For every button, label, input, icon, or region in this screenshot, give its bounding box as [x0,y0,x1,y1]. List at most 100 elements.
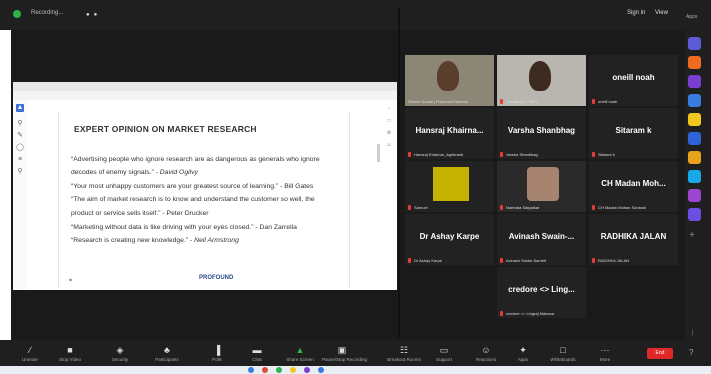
participant-label: CH Madan Mohan Santosh [598,205,647,210]
taskbar-icon-4[interactable] [290,367,296,373]
quote-line: decodes of enemy signals.” - David Ogilv… [71,169,198,176]
app-icon-7[interactable] [688,151,701,164]
quote-line: “Advertising people who ignore research … [71,156,320,163]
participant-tile[interactable]: Hansraj Khairna... Hansraj Khairnar_Agrik… [405,108,494,159]
app-icon-2[interactable] [688,56,701,69]
taskbar-icon-5[interactable] [304,367,310,373]
support-button[interactable]: ▭ Support [424,344,464,362]
participant-label: Avinash Swain-Sambit [506,258,546,263]
quote-line: product or service sells itself.” - Pete… [71,210,209,217]
share-screen-icon: ▲ [295,345,305,355]
participant-tile[interactable]: Sitaram k Sitaram k [589,108,678,159]
help-icon[interactable]: ? [689,348,693,357]
participant-name: credore <> Ling... [508,285,575,294]
record-icon: ▣ [337,345,347,355]
toolbar-label: Pause/Stop Recording [322,357,368,362]
participant-tile[interactable]: Dr Ashay Karpe Dr Ashay Karpe [405,214,494,265]
recording-button[interactable]: ▣ Pause/Stop Recording [322,344,368,362]
whiteboards-button[interactable]: □ Whiteboards [543,344,583,362]
collapse-icon[interactable]: | [692,330,694,336]
reactions-button[interactable]: ☺ Reactions [466,344,506,362]
apps-button[interactable]: ✦ Apps [503,344,543,362]
recording-indicator[interactable]: Recording... [31,10,63,16]
shield-icon[interactable] [13,10,21,18]
people-icon: ♣ [164,345,170,355]
mic-muted-icon [408,152,411,157]
app-icon-5[interactable] [688,113,701,126]
taskbar-icon-3[interactable] [276,367,282,373]
participant-tile[interactable]: Varsha Shanbhag Varsha Shanbhag [497,108,586,159]
zoom-tool-icon[interactable]: ⚲ [16,120,24,128]
quote-text: decodes of enemy signals.” - [71,169,160,176]
unmute-button[interactable]: ∕ Unmute [10,344,50,362]
participant-name: Avinash Swain-... [508,232,575,241]
document-right-tools: › □ ⚙ ☺ [383,106,395,206]
participant-tile[interactable]: Samuel [405,161,494,212]
participant-video [433,167,469,201]
participant-name: Varsha Shanbhag [507,126,576,135]
participant-label: Varsha Shanbhag [506,152,538,157]
document-toolbar [13,91,397,100]
participant-tile[interactable]: oneill noah oneill noah [589,55,678,106]
participant-label: Dr Ashay Karpe [414,258,443,263]
sign-in-link[interactable]: Sign in [627,10,645,16]
toolbar-label: Apps [517,357,529,362]
toolbar-label: Unmute [22,357,38,362]
mic-muted-icon [408,205,411,210]
breakout-button[interactable]: ☷ Breakout Rooms [384,344,424,362]
participant-video [527,167,559,201]
chevron-right-icon[interactable]: › [385,106,393,112]
taskbar-icon-1[interactable] [248,367,254,373]
stop-video-button[interactable]: ■ Stop Video [50,344,90,362]
copy-icon[interactable]: □ [385,118,393,124]
participant-name: RADHIKA JALAN [600,232,667,241]
participant-label: Sitaram k [598,152,615,157]
participant-tile[interactable]: credore <> Ling... credore <> Lingraj Mah… [497,267,586,318]
security-button[interactable]: ◈ Security [100,344,140,362]
participant-tile[interactable]: Namrata Satpalkar [497,161,586,212]
app-icon-6[interactable] [688,132,701,145]
app-icon-9[interactable] [688,189,701,202]
taskbar-icon-2[interactable] [262,367,268,373]
participant-tile[interactable]: CH Madan Moh... CH Madan Mohan Santosh [589,161,678,212]
participant-tile[interactable]: Tushar (AIC-NEP) [497,55,586,106]
app-icon-3[interactable] [688,75,701,88]
whiteboard-icon: □ [560,345,566,355]
more-button[interactable]: ··· More [585,344,625,362]
add-app-icon[interactable]: + [689,230,695,241]
quote-text: “Marketing without data is like driving … [71,224,297,231]
view-button[interactable]: View [655,10,668,16]
app-icon-10[interactable] [688,208,701,221]
app-icon-8[interactable] [688,170,701,183]
document-scrollbar[interactable] [377,144,380,162]
shape-tool-icon[interactable]: ◯ [16,144,24,152]
end-meeting-button[interactable]: End [647,348,673,359]
apps-icon: ✦ [519,345,527,355]
participant-name: Sitaram k [615,126,652,135]
participant-tile[interactable]: Avinash Swain-... Avinash Swain-Sambit [497,214,586,265]
user-icon[interactable]: ☺ [385,142,393,148]
polls-button[interactable]: ▐ Polls [197,344,237,362]
toolbar-label: Chat [252,357,262,362]
participants-button[interactable]: ♣ Participants [147,344,187,362]
app-icon-1[interactable] [688,37,701,50]
recording-controls[interactable]: ●● [86,12,101,18]
text-tool-icon[interactable]: ≡ [16,156,24,164]
taskbar-icon-6[interactable] [318,367,324,373]
participant-name: oneill noah [612,73,655,82]
participant-tile[interactable]: Dinesh Kodali | Profound Edutech [405,55,494,106]
mic-muted-icon [500,258,503,263]
participant-tile[interactable]: RADHIKA JALAN RADHIKA JALAN [589,214,678,265]
app-icon-4[interactable] [688,94,701,107]
pen-tool-icon[interactable]: ✎ [16,132,24,140]
participant-label: Dinesh Kodali | Profound Edutech [408,99,468,104]
split-divider[interactable] [398,8,400,338]
select-tool-icon[interactable]: ▲ [16,104,24,112]
share-screen-button[interactable]: ▲ Share Screen [280,344,320,362]
chat-button[interactable]: ▬ Chat [237,344,277,362]
support-icon: ▭ [439,345,449,355]
search-icon[interactable]: ⚲ [16,168,24,176]
mic-muted-icon [592,258,595,263]
page-title: EXPERT OPINION ON MARKET RESEARCH [74,124,257,134]
settings-icon[interactable]: ⚙ [385,130,393,136]
